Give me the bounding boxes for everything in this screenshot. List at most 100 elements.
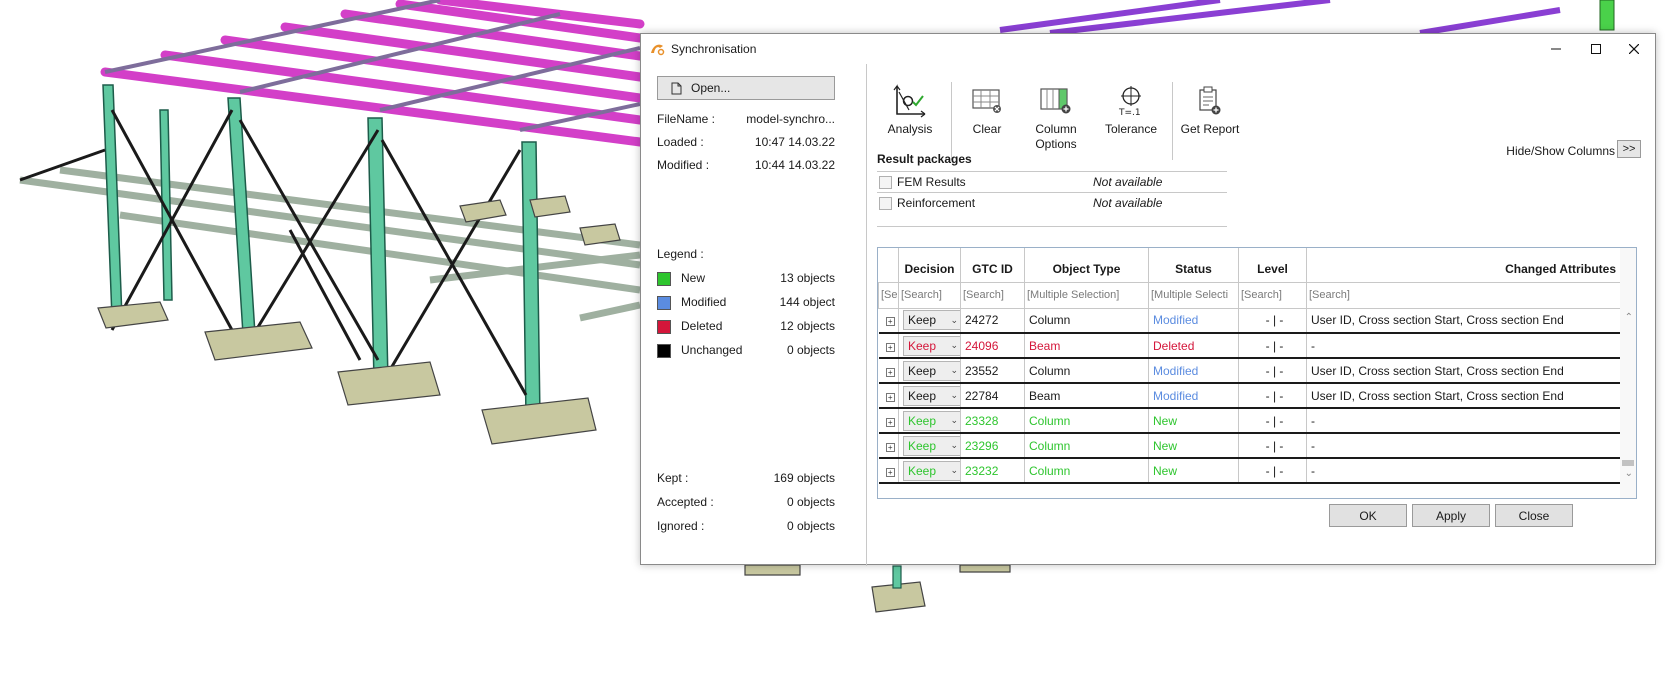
result-package-row: FEM Results Not available <box>877 171 1227 192</box>
table-row[interactable]: + Keep ⌄ 22784 Beam Modified - | - User ID, Cro… <box>878 383 1621 409</box>
table-row[interactable]: + Keep ⌄ 23328 Column New - | -- <box>878 408 1621 434</box>
decision-value: Keep <box>908 388 937 403</box>
decision-dropdown[interactable]: Keep ⌄ <box>903 335 960 356</box>
object-type-cell: Column <box>1024 458 1149 484</box>
expand-cell[interactable]: + <box>878 408 899 434</box>
decision-cell[interactable]: Keep ⌄ <box>898 433 961 459</box>
legend-count: 0 objects <box>786 343 835 357</box>
expand-cell[interactable]: + <box>878 333 899 359</box>
object-type-cell: Beam <box>1024 383 1149 409</box>
expand-cell[interactable]: + <box>878 433 899 459</box>
expand-icon[interactable]: + <box>885 342 895 352</box>
hide-show-columns-button[interactable]: >> <box>1617 140 1641 158</box>
maximize-button[interactable] <box>1579 38 1613 60</box>
close-window-button[interactable] <box>1617 38 1651 60</box>
table-row[interactable]: + Keep ⌄ 23552 Column Modified - | - User ID, C… <box>878 358 1621 384</box>
column-header-gtc-id[interactable]: GTC ID <box>960 248 1025 282</box>
filter-changed-attributes[interactable]: [Search] <box>1306 281 1621 309</box>
decision-dropdown[interactable]: Keep ⌄ <box>903 385 960 406</box>
level-cell: - | - <box>1238 308 1307 334</box>
expand-icon[interactable]: + <box>885 417 895 427</box>
column-header-expand[interactable] <box>878 248 899 282</box>
ignored-row: Ignored : 0 objects <box>657 519 835 537</box>
legend-label: Deleted <box>681 319 723 333</box>
decision-cell[interactable]: Keep ⌄ <box>898 408 961 434</box>
filter-cell[interactable]: [Se <box>878 281 899 309</box>
decision-dropdown[interactable]: Keep ⌄ <box>903 460 960 481</box>
legend-row-deleted: Deleted 12 objects <box>657 319 835 337</box>
decision-dropdown[interactable]: Keep ⌄ <box>903 410 960 431</box>
ok-button[interactable]: OK <box>1329 504 1407 527</box>
title-bar[interactable]: Synchronisation <box>641 34 1655 64</box>
modified-value: 10:44 14.03.22 <box>754 158 835 172</box>
chevron-up-icon[interactable]: ⌃ <box>1625 312 1633 323</box>
decision-dropdown[interactable]: Keep ⌄ <box>903 435 960 456</box>
changed-attributes-cell: User ID, Cross section Start, Cross sect… <box>1306 383 1621 409</box>
column-header-changed-attributes[interactable]: Changed Attributes <box>1306 248 1621 282</box>
legend-title: Legend : <box>657 247 704 261</box>
expand-icon[interactable]: + <box>885 442 895 452</box>
fem-results-checkbox[interactable] <box>879 176 892 189</box>
filter-gtc-id[interactable]: [Search] <box>960 281 1025 309</box>
filter-status[interactable]: [Multiple Selecti <box>1148 281 1239 309</box>
grid-table: Decision GTC ID Object Type Status Level… <box>878 248 1621 484</box>
changed-attributes-cell: - <box>1306 408 1621 434</box>
table-row[interactable]: + Keep ⌄ 23232 Column New - | -- <box>878 458 1621 484</box>
expand-icon[interactable]: + <box>885 467 895 477</box>
decision-dropdown[interactable]: Keep ⌄ <box>903 310 960 331</box>
table-row[interactable]: + Keep ⌄ 24096 Beam Deleted - | -- <box>878 333 1621 359</box>
filter-level[interactable]: [Search] <box>1238 281 1307 309</box>
minimize-button[interactable] <box>1539 38 1573 60</box>
get-report-button[interactable]: Get Report <box>1179 82 1241 162</box>
reinforcement-checkbox[interactable] <box>879 197 892 210</box>
decision-cell[interactable]: Keep ⌄ <box>898 458 961 484</box>
columns <box>102 84 541 419</box>
status-cell: Modified <box>1148 308 1239 334</box>
decision-value: Keep <box>908 363 937 378</box>
expand-cell[interactable]: + <box>878 383 899 409</box>
left-panel: Open... FileName : model-synchro... Load… <box>641 64 867 566</box>
expand-icon[interactable]: + <box>885 317 895 327</box>
decision-cell[interactable]: Keep ⌄ <box>898 383 961 409</box>
filter-decision[interactable]: [Search] <box>898 281 961 309</box>
filter-object-type[interactable]: [Multiple Selection] <box>1024 281 1149 309</box>
column-options-button[interactable]: Column Options <box>1023 82 1089 162</box>
synchronisation-grid[interactable]: Decision GTC ID Object Type Status Level… <box>877 247 1637 499</box>
expand-icon[interactable]: + <box>885 367 895 377</box>
svg-text:T=.1: T=.1 <box>1118 108 1141 117</box>
column-header-object-type[interactable]: Object Type <box>1024 248 1149 282</box>
gtc-id-cell: 24272 <box>960 308 1025 334</box>
object-type-cell: Column <box>1024 308 1149 334</box>
close-button[interactable]: Close <box>1495 504 1573 527</box>
expand-cell[interactable]: + <box>878 308 899 334</box>
status-cell: Deleted <box>1148 333 1239 359</box>
expand-cell[interactable]: + <box>878 458 899 484</box>
kept-value: 169 objects <box>773 471 835 485</box>
decision-value: Keep <box>908 413 937 428</box>
chevron-down-icon[interactable]: ⌄ <box>1625 468 1633 479</box>
column-header-decision[interactable]: Decision <box>898 248 961 282</box>
result-package-name: Reinforcement <box>897 196 976 210</box>
open-file-button[interactable]: Open... <box>657 76 835 100</box>
expand-cell[interactable]: + <box>878 358 899 384</box>
clear-button[interactable]: Clear <box>959 82 1015 162</box>
loaded-row: Loaded : 10:47 14.03.22 <box>657 135 835 153</box>
table-row[interactable]: + Keep ⌄ 24272 Column Modified - | - User ID, C… <box>878 308 1621 334</box>
decision-cell[interactable]: Keep ⌄ <box>898 308 961 334</box>
decision-dropdown[interactable]: Keep ⌄ <box>903 360 960 381</box>
level-cell: - | - <box>1238 333 1307 359</box>
column-fragment <box>1599 0 1615 31</box>
file-name-label: FileName : <box>657 112 716 126</box>
tolerance-button[interactable]: T=.1 Tolerance <box>1097 82 1165 162</box>
analysis-button[interactable]: Analysis <box>879 82 941 162</box>
changed-attributes-cell: - <box>1306 458 1621 484</box>
decision-cell[interactable]: Keep ⌄ <box>898 333 961 359</box>
scrollbar-thumb[interactable] <box>1622 460 1634 466</box>
column-header-status[interactable]: Status <box>1148 248 1239 282</box>
column-header-level[interactable]: Level <box>1238 248 1307 282</box>
apply-button[interactable]: Apply <box>1412 504 1490 527</box>
maximize-icon <box>1591 44 1601 54</box>
table-row[interactable]: + Keep ⌄ 23296 Column New - | -- <box>878 433 1621 459</box>
expand-icon[interactable]: + <box>885 392 895 402</box>
decision-cell[interactable]: Keep ⌄ <box>898 358 961 384</box>
